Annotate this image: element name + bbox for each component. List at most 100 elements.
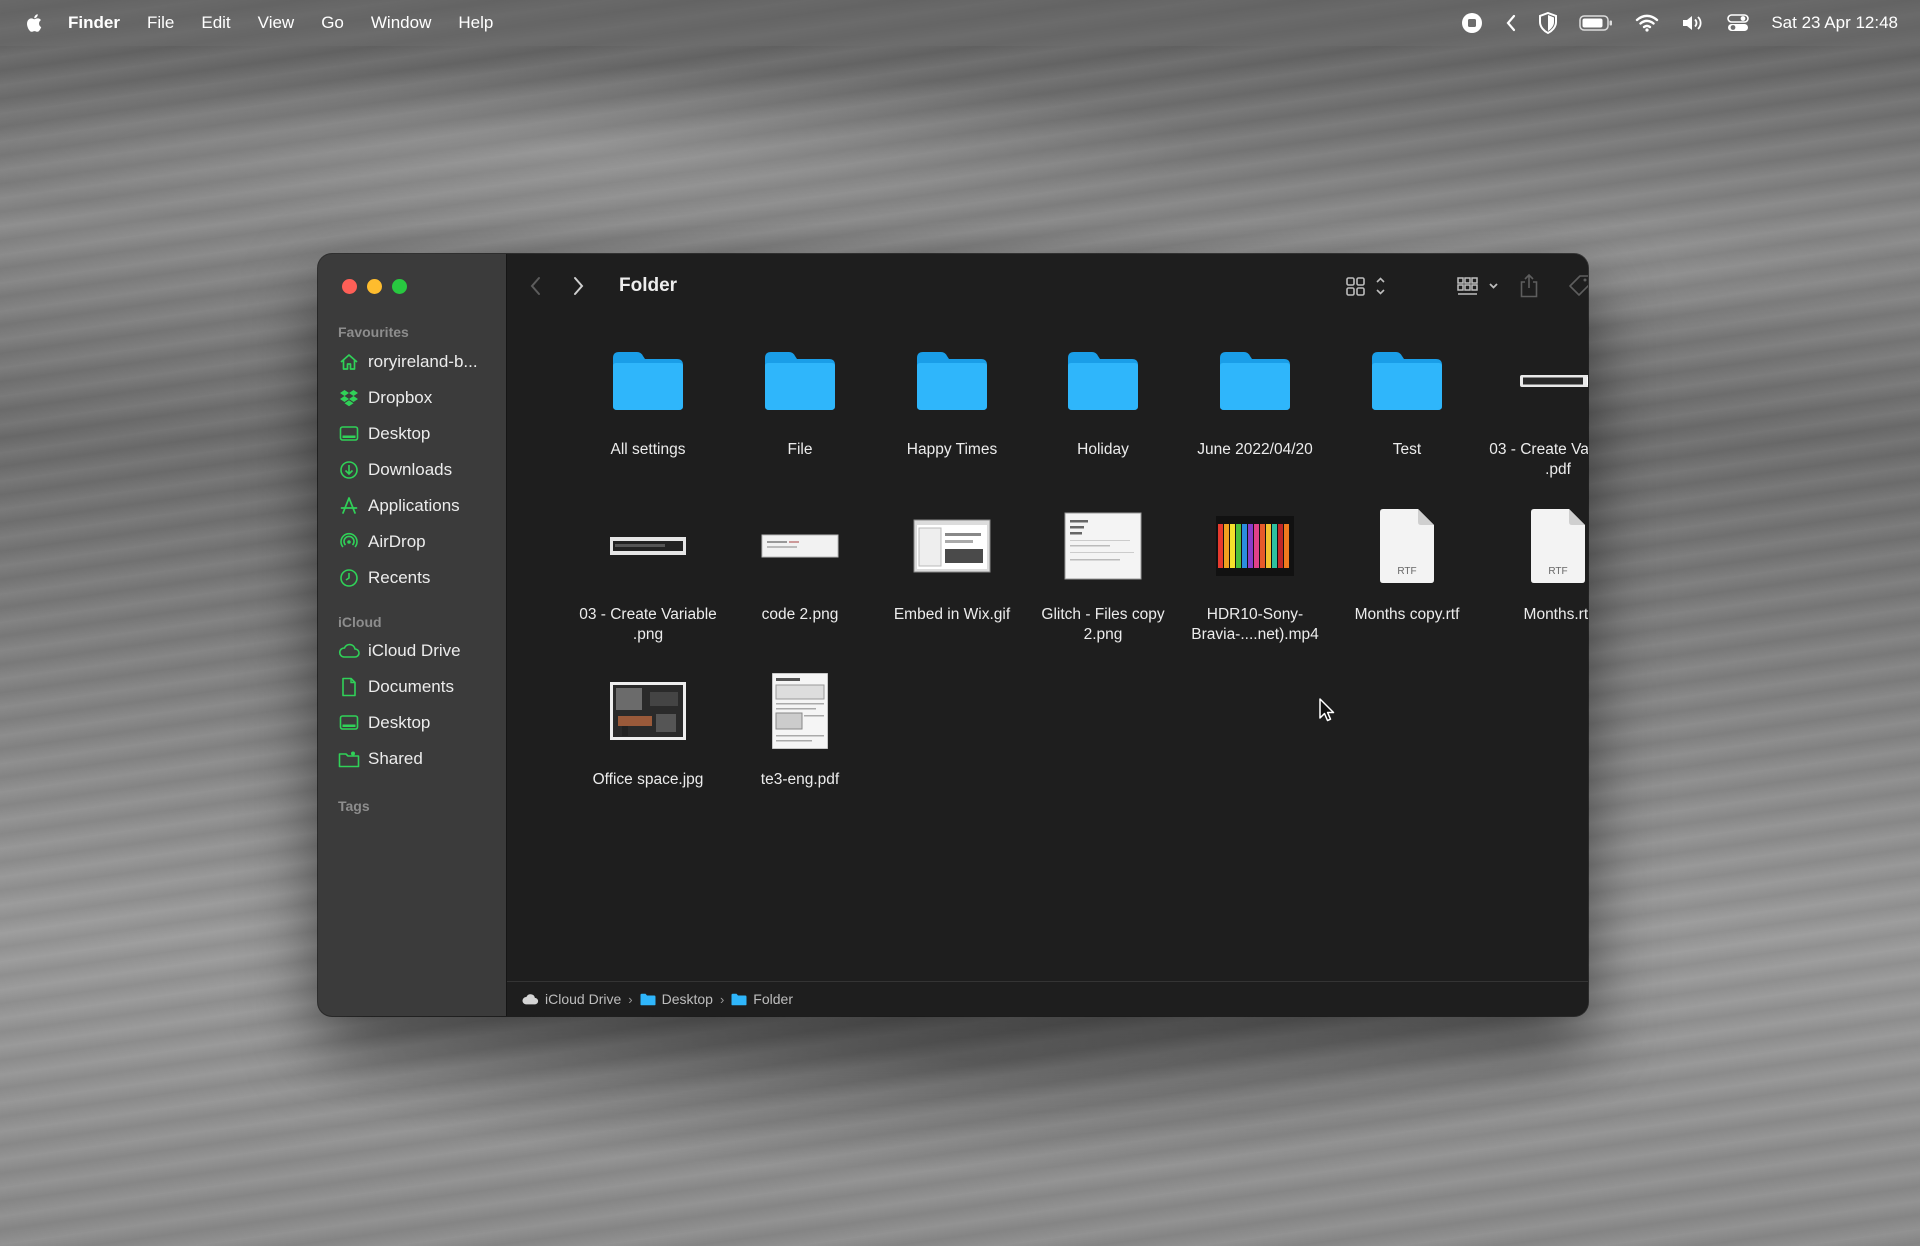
- sidebar-item-home[interactable]: roryireland-b...: [338, 346, 498, 378]
- file-item-rtf[interactable]: RTF Months copy.rtf: [1332, 501, 1482, 625]
- forward-button[interactable]: [571, 272, 585, 300]
- rtf-badge: RTF: [1548, 566, 1568, 577]
- file-item-pdf[interactable]: 03 - Create Variable .pdf: [1483, 336, 1588, 480]
- group-by-button[interactable]: [1456, 272, 1502, 300]
- chevron-left-icon[interactable]: [1505, 13, 1517, 33]
- home-icon: [338, 351, 360, 373]
- menu-app-name[interactable]: Finder: [68, 13, 120, 33]
- file-name: Test: [1392, 441, 1422, 458]
- file-name: Holiday: [1077, 441, 1129, 458]
- file-item-folder[interactable]: Happy Times: [877, 336, 1027, 460]
- file-item-folder[interactable]: Test: [1332, 336, 1482, 460]
- file-item-folder[interactable]: All settings: [573, 336, 723, 460]
- file-name: Months.rtf: [1523, 606, 1588, 623]
- menu-window[interactable]: Window: [371, 13, 431, 33]
- sidebar-item-icloud-desktop[interactable]: Desktop: [338, 707, 498, 739]
- wifi-icon[interactable]: [1635, 14, 1659, 32]
- minimize-window-button[interactable]: [367, 279, 382, 294]
- toolbar: Folder: [507, 254, 1588, 318]
- document-icon: [338, 676, 360, 698]
- screen-record-icon[interactable]: [1461, 12, 1483, 34]
- menu-file[interactable]: File: [147, 13, 174, 33]
- file-item-folder[interactable]: File: [725, 336, 875, 460]
- window-title: Folder: [619, 275, 678, 296]
- sidebar: Favourites roryireland-b... Dropbox Desk…: [318, 254, 507, 1016]
- share-button[interactable]: [1518, 272, 1540, 300]
- path-bar: iCloud Drive › Desktop › Folder: [507, 981, 1588, 1016]
- close-window-button[interactable]: [342, 279, 357, 294]
- sidebar-item-label: Downloads: [368, 460, 453, 479]
- file-item-image[interactable]: Embed in Wix.gif: [877, 501, 1027, 625]
- photo-thumbnail-icon: [610, 682, 686, 740]
- control-center-icon[interactable]: [1727, 13, 1750, 33]
- folder-icon: [765, 352, 835, 410]
- file-item-image[interactable]: Glitch - Files copy 2.png: [1028, 501, 1178, 645]
- folder-icon: [1372, 352, 1442, 410]
- sidebar-item-applications[interactable]: Applications: [338, 490, 498, 522]
- rtf-document-icon: RTF: [1378, 508, 1436, 584]
- file-name: File: [787, 441, 813, 458]
- back-button[interactable]: [529, 272, 543, 300]
- file-name: All settings: [610, 441, 686, 458]
- path-item-icloud-drive[interactable]: iCloud Drive: [521, 991, 621, 1007]
- path-label: iCloud Drive: [545, 991, 622, 1007]
- shield-icon[interactable]: [1539, 12, 1558, 34]
- menu-go[interactable]: Go: [321, 13, 344, 33]
- view-mode-button[interactable]: [1345, 272, 1389, 300]
- folder-icon: [613, 352, 683, 410]
- document-thumbnail-icon: [1064, 512, 1142, 580]
- file-item-image[interactable]: 03 - Create Variable .png: [573, 501, 723, 645]
- menu-clock[interactable]: Sat 23 Apr 12:48: [1771, 13, 1898, 33]
- file-item-rtf[interactable]: RTF Months.rtf: [1483, 501, 1588, 625]
- chevron-left-icon: [530, 277, 540, 295]
- sidebar-item-icloud-drive[interactable]: iCloud Drive: [338, 635, 498, 667]
- file-name: Glitch - Files copy 2.png: [1041, 606, 1165, 643]
- code-thumbnail-icon: [761, 534, 839, 558]
- volume-icon[interactable]: [1681, 13, 1705, 33]
- sidebar-section-icloud: iCloud: [338, 614, 382, 630]
- path-label: Folder: [753, 991, 793, 1007]
- path-item-desktop[interactable]: Desktop: [640, 991, 713, 1007]
- share-icon: [1520, 273, 1538, 298]
- sidebar-item-desktop[interactable]: Desktop: [338, 418, 498, 450]
- file-item-folder[interactable]: June 2022/04/20: [1180, 336, 1330, 460]
- path-item-folder[interactable]: Folder: [731, 991, 793, 1007]
- file-item-image[interactable]: code 2.png: [725, 501, 875, 625]
- zoom-window-button[interactable]: [392, 279, 407, 294]
- download-icon: [338, 459, 360, 481]
- file-item-image[interactable]: Office space.jpg: [573, 666, 723, 790]
- file-name: Embed in Wix.gif: [893, 606, 1011, 623]
- menu-view[interactable]: View: [258, 13, 295, 33]
- sidebar-item-shared[interactable]: Shared: [338, 743, 498, 775]
- file-name: HDR10-Sony-Bravia-....net).mp4: [1191, 606, 1319, 643]
- menu-help[interactable]: Help: [458, 13, 493, 33]
- sidebar-item-airdrop[interactable]: AirDrop: [338, 526, 498, 558]
- sidebar-item-dropbox[interactable]: Dropbox: [338, 382, 498, 414]
- menu-edit[interactable]: Edit: [201, 13, 230, 33]
- apple-menu-icon[interactable]: [24, 12, 46, 34]
- tag-button[interactable]: [1567, 272, 1588, 300]
- sidebar-item-label: Documents: [368, 677, 454, 696]
- battery-icon[interactable]: [1579, 14, 1613, 32]
- file-name: code 2.png: [761, 606, 839, 623]
- sidebar-item-label: Desktop: [368, 713, 431, 732]
- sidebar-item-label: AirDrop: [368, 532, 426, 551]
- video-thumbnail-icon: [1216, 516, 1294, 576]
- sidebar-item-label: iCloud Drive: [368, 641, 461, 660]
- file-item-folder[interactable]: Holiday: [1028, 336, 1178, 460]
- sidebar-item-documents[interactable]: Documents: [338, 671, 498, 703]
- file-item-video[interactable]: HDR10-Sony-Bravia-....net).mp4: [1180, 501, 1330, 645]
- sidebar-item-downloads[interactable]: Downloads: [338, 454, 498, 486]
- file-item-pdf[interactable]: te3-eng.pdf: [725, 666, 875, 790]
- mouse-pointer-icon: [1319, 698, 1335, 722]
- rtf-document-icon: RTF: [1529, 508, 1587, 584]
- sidebar-item-recents[interactable]: Recents: [338, 562, 498, 594]
- folder-icon: [731, 993, 747, 1005]
- window-controls: [342, 279, 407, 294]
- sidebar-item-label: roryireland-b...: [368, 352, 478, 371]
- dropbox-icon: [338, 387, 360, 409]
- pdf-page-thumbnail-icon: [772, 673, 828, 749]
- chevron-right-icon: [574, 277, 584, 295]
- file-name: June 2022/04/20: [1197, 441, 1313, 458]
- file-name: 03 - Create Variable .png: [579, 606, 717, 643]
